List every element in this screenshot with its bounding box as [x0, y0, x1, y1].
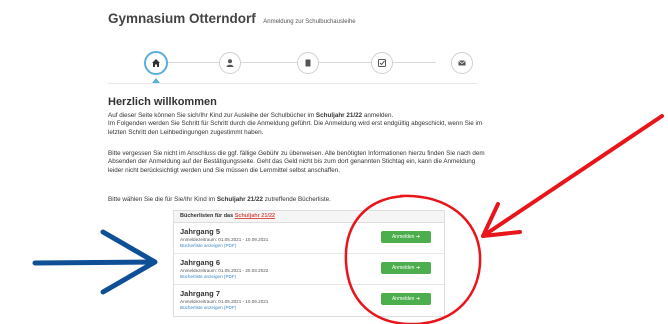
step-confirm[interactable] [371, 52, 393, 74]
step-books[interactable] [297, 52, 319, 74]
register-button[interactable]: Anmelden ➜ [381, 262, 431, 274]
booklist-pdf-link[interactable]: Bücherliste anzeigen (PDF) [180, 243, 236, 248]
home-icon [152, 59, 160, 67]
page-subtitle: Anmeldung zur Schulbuchausleihe [263, 19, 356, 25]
registration-period: Anmeldezeitraum: 01.05.2021 - 10.09.2021 [180, 299, 269, 304]
intro-text: Auf dieser Seite können Sie sich/Ihr Kin… [108, 112, 316, 119]
intro-paragraph: Auf dieser Seite können Sie sich/Ihr Kin… [108, 112, 488, 137]
list-item: Jahrgang 5 Anmeldezeitraum: 01.05.2021 -… [174, 223, 444, 254]
grade-title: Jahrgang 7 [180, 289, 221, 298]
grade-title: Jahrgang 6 [180, 258, 221, 267]
booklist-panel: Bücherlisten für das Schuljahr 21/22 Jah… [173, 210, 445, 317]
fee-paragraph: Bitte vergessen Sie nicht im Anschluss d… [108, 150, 485, 174]
panel-heading: Bücherlisten für das Schuljahr 21/22 [174, 211, 444, 223]
intro-text-steps: Im Folgenden werden Sie Schritt für Schr… [108, 120, 483, 136]
panel-heading-text: Bücherlisten für das [180, 213, 235, 219]
user-icon [226, 59, 234, 67]
registration-period: Anmeldezeitraum: 01.05.2021 - 20.03.2022 [180, 268, 269, 273]
list-item: Jahrgang 7 Anmeldezeitraum: 01.05.2021 -… [174, 285, 444, 315]
check-icon [378, 59, 386, 67]
page-title: Gymnasium Otterndorf [108, 11, 256, 26]
step-send[interactable] [451, 52, 473, 74]
welcome-heading: Herzlich willkommen [108, 96, 217, 108]
grade-title: Jahrgang 5 [180, 227, 221, 236]
red-arrow-annotation [481, 114, 664, 238]
register-button[interactable]: Anmelden ➜ [381, 231, 431, 243]
envelope-icon [458, 60, 466, 66]
book-icon [305, 59, 311, 67]
registration-period: Anmeldezeitraum: 01.05.2021 - 10.09.2021 [180, 237, 269, 242]
page-header: Gymnasium Otterndorf Anmeldung zur Schul… [108, 10, 356, 28]
register-button[interactable]: Anmelden ➜ [381, 293, 431, 305]
select-text: Bitte wählen Sie die für Sie/Ihr Kind im [108, 196, 217, 203]
select-list-paragraph: Bitte wählen Sie die für Sie/Ihr Kind im… [108, 196, 488, 204]
select-school-year-bold: Schuljahr 21/22 [216, 196, 264, 203]
step-user[interactable] [219, 52, 241, 74]
school-year-bold: Schuljahr 21/22 [315, 112, 363, 119]
blue-arrow-annotation [32, 229, 158, 295]
booklist-pdf-link[interactable]: Bücherliste anzeigen (PDF) [180, 274, 236, 279]
booklist-pdf-link[interactable]: Bücherliste anzeigen (PDF) [180, 305, 236, 310]
divider [108, 83, 478, 84]
select-text-end: zutreffende Bücherliste. [263, 196, 331, 203]
list-item: Jahrgang 6 Anmeldezeitraum: 01.05.2021 -… [174, 254, 444, 285]
school-year-link[interactable]: Schuljahr 21/22 [235, 213, 275, 219]
step-home[interactable] [144, 51, 168, 75]
intro-text-end: anmelden. [362, 112, 394, 119]
step-progress [130, 48, 480, 88]
